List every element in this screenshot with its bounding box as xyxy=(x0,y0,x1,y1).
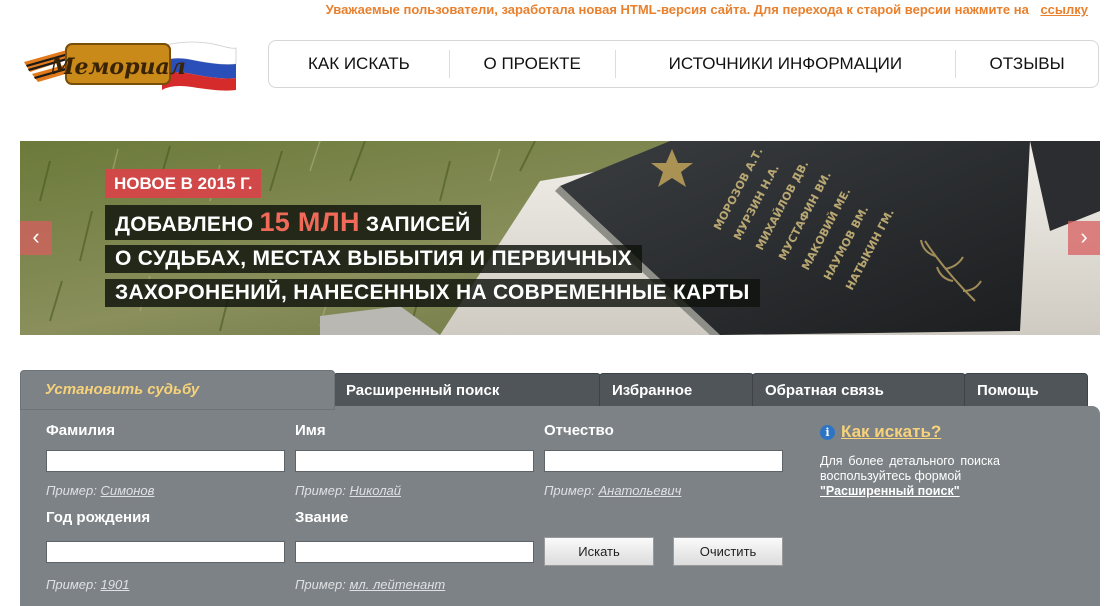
logo-wordmark: Мемориал xyxy=(49,54,186,80)
banner-headline-line1: ДОБАВЛЕНО 15 МЛН ЗАПИСЕЙ xyxy=(105,205,481,240)
nav-item-reviews[interactable]: ОТЗЫВЫ xyxy=(956,54,1098,74)
surname-input[interactable] xyxy=(46,450,285,472)
tab-feedback[interactable]: Обратная связь xyxy=(752,373,966,407)
tab-favorites[interactable]: Избранное xyxy=(599,373,754,407)
birth-year-example-link[interactable]: 1901 xyxy=(101,577,130,592)
surname-example: Пример: Симонов xyxy=(46,483,155,498)
surname-label: Фамилия xyxy=(46,422,115,439)
patronymic-example-link[interactable]: Анатольевич xyxy=(599,483,682,498)
tab-help[interactable]: Помощь xyxy=(964,373,1088,407)
rank-input[interactable] xyxy=(295,541,534,563)
banner-headline-line3: ЗАХОРОНЕНИЙ, НАНЕСЕННЫХ НА СОВРЕМЕННЫЕ К… xyxy=(105,279,760,307)
patronymic-example: Пример: Анатольевич xyxy=(544,483,682,498)
nav-item-how-to-search[interactable]: КАК ИСКАТЬ xyxy=(269,54,449,74)
banner-highlight: 15 МЛН xyxy=(259,207,360,237)
memorial-logo[interactable]: Мемориал xyxy=(22,34,238,96)
tab-advanced-search[interactable]: Расширенный поиск xyxy=(333,373,601,407)
patronymic-label: Отчество xyxy=(544,422,614,439)
search-button[interactable]: Искать xyxy=(544,537,654,566)
banner-next-arrow-icon[interactable]: › xyxy=(1068,221,1100,255)
nav-item-about[interactable]: О ПРОЕКТЕ xyxy=(450,54,615,74)
advanced-search-link[interactable]: "Расширенный поиск" xyxy=(820,484,960,498)
help-box: i Как искать? Для более детального поиск… xyxy=(820,422,1000,499)
search-tabs: Установить судьбу Расширенный поиск Избр… xyxy=(20,370,1088,410)
rank-example: Пример: мл. лейтенант xyxy=(295,577,446,592)
old-version-link[interactable]: ссылку xyxy=(1040,2,1088,17)
banner-headline-line2: О СУДЬБАХ, МЕСТАХ ВЫБЫТИЯ И ПЕРВИЧНЫХ xyxy=(105,245,643,273)
rank-example-link[interactable]: мл. лейтенант xyxy=(350,577,446,592)
name-example: Пример: Николай xyxy=(295,483,401,498)
info-icon: i xyxy=(820,424,835,440)
site-notice: Уважаемые пользователи, заработала новая… xyxy=(326,2,1088,17)
name-input[interactable] xyxy=(295,450,534,472)
tab-find-fate[interactable]: Установить судьбу xyxy=(20,370,335,410)
birth-year-example: Пример: 1901 xyxy=(46,577,130,592)
nav-item-sources[interactable]: ИСТОЧНИКИ ИНФОРМАЦИИ xyxy=(616,54,956,74)
notice-text: Уважаемые пользователи, заработала новая… xyxy=(325,2,1029,17)
main-navigation: КАК ИСКАТЬ О ПРОЕКТЕ ИСТОЧНИКИ ИНФОРМАЦИ… xyxy=(268,40,1099,88)
surname-example-link[interactable]: Симонов xyxy=(101,483,155,498)
rank-label: Звание xyxy=(295,509,349,526)
name-label: Имя xyxy=(295,422,326,439)
logo-graphic: Мемориал xyxy=(24,41,237,91)
clear-button[interactable]: Очистить xyxy=(673,537,783,566)
birth-year-label: Год рождения xyxy=(46,509,151,526)
banner-tag: НОВОЕ В 2015 Г. xyxy=(105,169,262,198)
search-form-panel: Фамилия Пример: Симонов Имя Пример: Нико… xyxy=(20,406,1100,606)
patronymic-input[interactable] xyxy=(544,450,783,472)
birth-year-input[interactable] xyxy=(46,541,285,563)
help-text: Для более детального поиска воспользуйте… xyxy=(820,454,1000,498)
how-to-search-link[interactable]: Как искать? xyxy=(841,422,941,442)
name-example-link[interactable]: Николай xyxy=(350,483,402,498)
hero-banner: МОРОЗОВ А.Т. МУРЗИН Н.А. МИХАЙЛОВ ДВ. МУ… xyxy=(20,141,1100,335)
banner-prev-arrow-icon[interactable]: ‹ xyxy=(20,221,52,255)
